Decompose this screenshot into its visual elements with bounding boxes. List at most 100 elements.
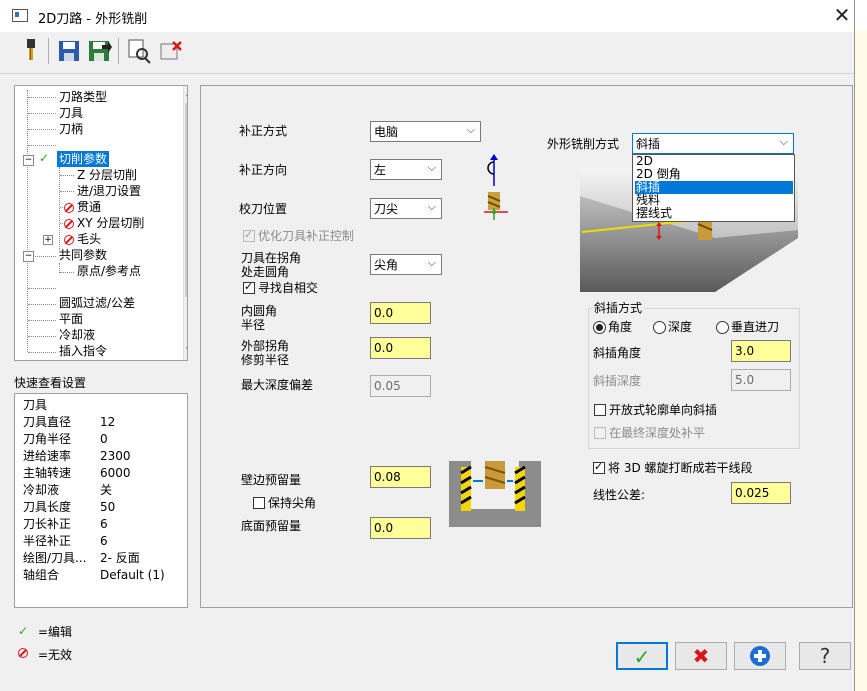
tree-item-home-ref[interactable]: 原点/参考点 — [77, 263, 141, 279]
radio-angle[interactable] — [593, 321, 606, 334]
final-depth-checkbox[interactable] — [594, 427, 606, 439]
collapse-icon[interactable]: − — [23, 155, 34, 166]
ramp-angle-input[interactable]: 3.0 — [731, 340, 791, 362]
scroll-up-icon[interactable]: ▲ — [186, 88, 187, 98]
roll-corner-select[interactable]: 尖角 ⌵ — [370, 254, 442, 275]
tree-item-coolant[interactable]: 冷却液 — [59, 327, 95, 343]
apply-button[interactable] — [734, 642, 786, 670]
preview-icon[interactable] — [126, 37, 152, 65]
window-title: 2D刀路 - 外形铣削 — [38, 12, 148, 27]
chevron-down-icon: ⌵ — [779, 135, 788, 148]
radio-depth-label: 深度 — [668, 320, 693, 334]
chevron-down-icon: ⌵ — [427, 256, 436, 269]
tool-icon[interactable] — [18, 37, 44, 65]
qv-key: 冷却液 — [23, 483, 60, 497]
tree-item-canned-text[interactable]: 插入指令 — [59, 343, 107, 359]
tool-tip-diagram — [482, 190, 510, 225]
qv-value: 12 — [100, 415, 116, 429]
scroll-thumb[interactable] — [185, 103, 187, 297]
outer-radius-value: 0.0 — [374, 341, 394, 355]
tip-comp-label: 校刀位置 — [239, 202, 288, 216]
floor-stock-input[interactable]: 0.0 — [370, 517, 431, 539]
break-helix-label: 将 3D 螺旋打断成若干线段 — [608, 461, 753, 475]
wall-stock-input[interactable]: 0.08 — [370, 466, 431, 488]
ok-button[interactable]: ✓ — [616, 642, 668, 670]
roll-corner-label-2: 处走圆角 — [241, 265, 290, 279]
break-helix-checkbox[interactable] — [593, 460, 605, 474]
ramp-group-label: 斜插方式 — [592, 301, 645, 315]
save-as-icon[interactable] — [86, 37, 112, 65]
qv-key: 刀长补正 — [23, 517, 72, 531]
radio-plunge[interactable] — [716, 321, 729, 334]
disabled-icon — [64, 203, 74, 213]
outer-radius-input[interactable]: 0.0 — [370, 337, 431, 359]
optimize-label: 优化刀具补正控制 — [258, 229, 355, 243]
tree-item-cut-params[interactable]: 切削参数 — [57, 151, 110, 167]
qv-value: 2300 — [100, 449, 131, 463]
optimize-checkbox[interactable] — [243, 228, 255, 242]
ramp-depth-input[interactable]: 5.0 — [731, 369, 791, 391]
save-icon[interactable] — [56, 37, 82, 65]
radio-depth[interactable] — [653, 321, 666, 334]
floor-stock-value: 0.0 — [374, 521, 394, 535]
qv-key: 刀角半径 — [23, 432, 72, 446]
roll-corner-label-1: 刀具在拐角 — [241, 251, 302, 265]
tree-item-common-params[interactable]: 共同参数 — [59, 247, 107, 263]
tree-item-planes[interactable]: 平面 — [59, 311, 83, 327]
help-button[interactable]: ? — [799, 642, 851, 670]
qv-key: 刀具长度 — [23, 500, 72, 514]
tree-item-tool[interactable]: 刀具 — [59, 105, 83, 121]
inner-radius-value: 0.0 — [374, 306, 394, 320]
tree-item-holder[interactable]: 刀柄 — [59, 121, 83, 137]
open-contour-checkbox[interactable] — [594, 404, 606, 416]
inner-radius-input[interactable]: 0.0 — [370, 302, 431, 324]
tree-item-lead-in-out[interactable]: 进/退刀设置 — [77, 183, 141, 199]
tree-item-xy-steps[interactable]: XY 分层切削 — [77, 215, 144, 231]
linear-tol-input[interactable]: 0.025 — [731, 482, 791, 504]
max-depth-label: 最大深度偏差 — [241, 378, 314, 392]
inner-radius-label-2: 半径 — [241, 318, 266, 332]
qv-key: 主轴转速 — [23, 466, 72, 480]
max-depth-input[interactable]: 0.05 — [370, 375, 431, 397]
final-depth-label: 在最终深度处补平 — [609, 426, 706, 440]
disabled-icon — [18, 648, 28, 658]
tree-item-arc-filter[interactable]: 圆弧过滤/公差 — [59, 295, 135, 311]
scroll-down-icon[interactable]: ▼ — [186, 346, 187, 356]
tree-item-z-steps[interactable]: Z 分层切削 — [77, 167, 137, 183]
keep-sharp-label: 保持尖角 — [268, 496, 317, 510]
chevron-down-icon: ⌵ — [466, 123, 475, 136]
dropdown-option[interactable]: 摆线式 — [635, 207, 793, 220]
keep-sharp-checkbox[interactable] — [253, 497, 265, 509]
edited-check-icon: ✓ — [18, 624, 29, 638]
contour-type-dropdown[interactable]: 2D 2D 倒角 斜插 残料 摆线式 — [632, 154, 795, 222]
ramp-depth-value: 5.0 — [735, 373, 755, 387]
tree-item-tabs[interactable]: 毛头 — [77, 231, 101, 247]
tree-item-toolpath-type[interactable]: 刀路类型 — [59, 89, 107, 105]
delete-icon[interactable] — [158, 37, 184, 65]
wall-stock-value: 0.08 — [374, 470, 401, 484]
comp-type-value: 电脑 — [374, 125, 399, 139]
close-icon[interactable]: ✕ — [830, 3, 854, 27]
expand-icon[interactable]: + — [43, 235, 53, 245]
qv-value: 6 — [100, 517, 108, 531]
qv-value: 6000 — [100, 466, 131, 480]
comp-dir-label: 补正方向 — [239, 163, 288, 177]
comp-type-select[interactable]: 电脑 ⌵ — [370, 121, 481, 142]
contour-type-select[interactable]: 斜插 ⌵ — [632, 133, 794, 154]
find-intersect-checkbox[interactable] — [243, 280, 255, 294]
background-app — [855, 30, 867, 691]
qv-key: 刀具直径 — [23, 415, 72, 429]
comp-dir-value: 左 — [374, 163, 387, 177]
comp-dir-select[interactable]: 左 ⌵ — [370, 159, 442, 180]
chevron-down-icon: ⌵ — [427, 161, 436, 174]
contour-type-value: 斜插 — [636, 137, 661, 151]
stock-diagram — [449, 461, 541, 530]
tip-comp-select[interactable]: 刀尖 ⌵ — [370, 198, 442, 219]
parameter-tree[interactable]: 刀路类型 刀具 刀柄 − ✓ 切削参数 Z 分层切削 进/退刀设置 贯通 XY … — [14, 85, 188, 361]
tree-item-break-through[interactable]: 贯通 — [77, 199, 101, 215]
qv-value: 6 — [100, 534, 108, 548]
comp-type-label: 补正方式 — [239, 124, 288, 138]
quickview-panel: 刀具 刀具直径 12 刀角半径 0 进给速率 2300 主轴转速 6000 冷却… — [14, 393, 188, 608]
open-contour-label: 开放式轮廓单向斜插 — [609, 403, 718, 417]
cancel-button[interactable]: ✖ — [675, 642, 727, 670]
